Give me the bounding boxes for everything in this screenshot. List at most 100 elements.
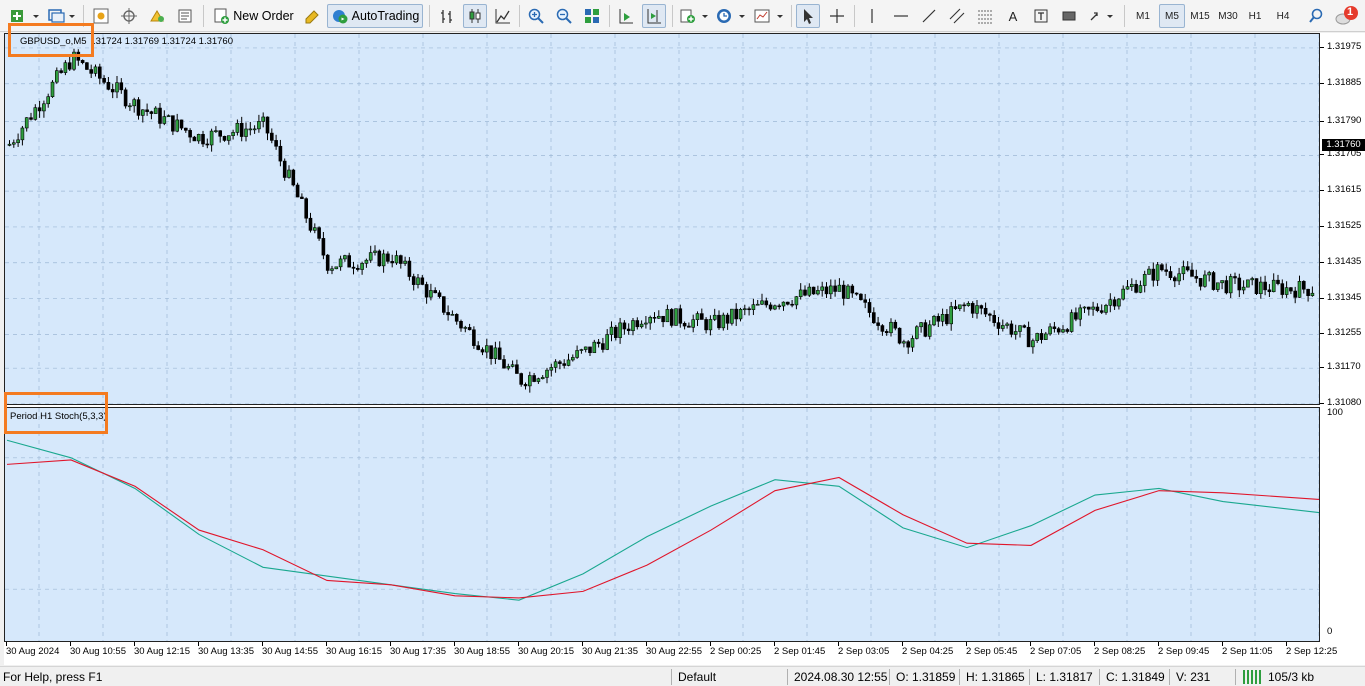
- candle-body: [1211, 272, 1216, 290]
- candle-body: [330, 268, 334, 271]
- candle-body: [20, 127, 25, 141]
- candle-body: [1005, 323, 1009, 326]
- timeframe-m5[interactable]: M5: [1159, 4, 1185, 28]
- candle-body: [239, 122, 244, 137]
- rectangle-icon[interactable]: [1057, 4, 1081, 28]
- price-tick-label: 1.31525: [1327, 219, 1362, 231]
- candle-body: [450, 314, 455, 316]
- fibonacci-icon[interactable]: [973, 4, 997, 28]
- candle-body: [734, 308, 739, 320]
- candle-body: [1155, 264, 1160, 281]
- candle-body: [1018, 325, 1022, 332]
- notifications-button[interactable]: 1: [1333, 4, 1361, 28]
- candle-body: [1095, 306, 1100, 311]
- candle-body: [669, 309, 674, 326]
- candle-body: [1112, 299, 1117, 307]
- price-chart[interactable]: GBPUSD_o,M5 .31724 1.31769 1.31724 1.317…: [4, 33, 1320, 405]
- candle-body: [317, 227, 321, 239]
- candle-body: [85, 62, 89, 70]
- symbol-highlight-box: [8, 23, 94, 57]
- candle-body: [996, 322, 1001, 329]
- arrows-button[interactable]: [1086, 4, 1116, 28]
- candle-body: [110, 89, 115, 93]
- vertical-line-icon[interactable]: [860, 4, 884, 28]
- metaeditor-icon[interactable]: [300, 4, 324, 28]
- candle-body: [923, 322, 928, 337]
- tile-windows-icon[interactable]: [580, 4, 604, 28]
- candle-body: [222, 135, 227, 141]
- trendline-icon[interactable]: [917, 4, 941, 28]
- time-tick-label: 30 Aug 10:55: [70, 646, 126, 657]
- candle-body: [441, 296, 446, 313]
- timeframe-m15[interactable]: M15: [1187, 4, 1213, 28]
- zoom-out-icon[interactable]: [552, 4, 576, 28]
- candle-body: [1031, 340, 1035, 348]
- search-icon[interactable]: [1305, 4, 1327, 28]
- candle-body: [244, 128, 248, 137]
- candle-body: [884, 331, 889, 334]
- navigator-icon[interactable]: [145, 4, 169, 28]
- candle-body: [553, 361, 558, 368]
- candle-body: [841, 284, 846, 299]
- new-order-icon: [214, 8, 230, 24]
- candle-body: [549, 367, 554, 371]
- candle-body: [751, 304, 756, 310]
- text-icon[interactable]: A: [1001, 4, 1025, 28]
- candle-body: [781, 301, 786, 307]
- time-tick-label: 2 Sep 09:45: [1158, 646, 1210, 657]
- periods-button[interactable]: [714, 4, 748, 28]
- candle-body: [1310, 292, 1315, 296]
- timeframe-m1[interactable]: M1: [1130, 4, 1156, 28]
- chart-shift-icon[interactable]: [642, 4, 666, 28]
- timeframe-m30[interactable]: M30: [1215, 4, 1241, 28]
- candle-body: [407, 260, 412, 277]
- candle-body: [910, 338, 915, 348]
- candle-body: [773, 305, 777, 310]
- crosshair-icon[interactable]: [825, 4, 849, 28]
- price-tick-mark: [1320, 367, 1324, 369]
- candle-body: [29, 117, 33, 120]
- time-axis[interactable]: 30 Aug 2024 30 Aug 10:55 30 Aug 12:15 30 Au…: [4, 642, 1365, 665]
- candle-body: [360, 263, 364, 270]
- candle-body: [334, 266, 339, 270]
- timeframe-h1[interactable]: H1: [1243, 4, 1267, 28]
- candle-body: [1177, 273, 1181, 282]
- terminal-icon[interactable]: [173, 4, 197, 28]
- chart-window[interactable]: GBPUSD_o,M5 .31724 1.31769 1.31724 1.317…: [4, 33, 1365, 665]
- bar-chart-icon[interactable]: [435, 4, 459, 28]
- timeframe-h4[interactable]: H4: [1271, 4, 1295, 28]
- zoom-in-icon[interactable]: [524, 4, 548, 28]
- notification-badge: 1: [1347, 6, 1354, 18]
- autoscroll-icon[interactable]: [614, 4, 638, 28]
- cursor-icon[interactable]: [796, 4, 820, 28]
- candle-body: [575, 350, 579, 358]
- candle-body: [1160, 264, 1164, 271]
- candle-body: [1306, 288, 1310, 296]
- indicators-button[interactable]: [677, 4, 711, 28]
- candle-body: [979, 305, 984, 309]
- candle-body: [687, 325, 691, 328]
- price-tick-label: 1.31255: [1327, 327, 1362, 339]
- horizontal-line-icon[interactable]: [889, 4, 913, 28]
- price-tick-mark: [1320, 190, 1324, 192]
- candle-body: [153, 107, 158, 114]
- candlestick-chart-icon[interactable]: [463, 4, 487, 28]
- line-chart-icon[interactable]: [491, 4, 515, 28]
- text-label-icon[interactable]: [1029, 4, 1053, 28]
- candle-body: [1000, 325, 1005, 329]
- equidistant-channel-icon[interactable]: [945, 4, 969, 28]
- candlestick-plot: [5, 34, 1319, 404]
- new-order-button[interactable]: New Order: [209, 4, 297, 28]
- candle-body: [188, 130, 192, 138]
- time-tick-label: 30 Aug 13:35: [198, 646, 254, 657]
- autotrading-button[interactable]: AutoTrading: [327, 4, 423, 28]
- candle-body: [1241, 286, 1246, 291]
- crosshair-nav-icon[interactable]: [117, 4, 141, 28]
- candle-body: [390, 261, 395, 264]
- stochastic-indicator-window[interactable]: Period H1 Stoch(5,3,3): [4, 407, 1320, 642]
- candle-body: [760, 300, 764, 305]
- candle-body: [704, 319, 708, 331]
- templates-button[interactable]: [752, 4, 786, 28]
- price-axis[interactable]: 1.31975 1.31885 1.31790 1.31705 1.31615 1.315…: [1320, 33, 1365, 642]
- autotrading-label: AutoTrading: [351, 9, 420, 23]
